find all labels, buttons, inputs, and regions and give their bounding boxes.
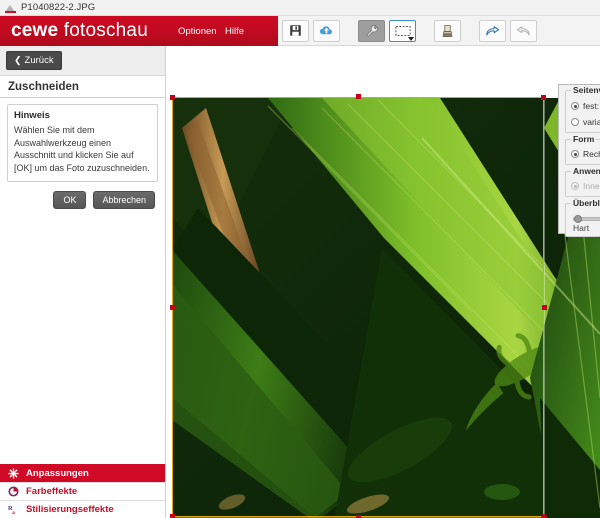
blend-slider-knob[interactable] [574,215,582,223]
radio-fest[interactable] [571,102,579,110]
back-button-label: Zurück [25,55,54,66]
blend-slider-labels: Hart ... Weich [573,223,600,233]
page-title: Zuschneiden [0,76,165,98]
form-options-row: Rechteck Ellipse [571,149,600,159]
blend-slider[interactable]: Hart ... Weich [571,217,600,233]
undo-arrow-icon [516,25,531,37]
color-wheel-icon [8,486,19,497]
undo-button[interactable] [510,20,537,42]
crop-handle-bottom-right[interactable] [541,514,547,518]
wrench-icon [365,24,379,38]
sidebar-item-label: Anpassungen [26,468,89,479]
aspect-ratio-group: Seitenverhältnis fest: X 1 : Y 1 variabe… [565,90,600,133]
sidebar-item-stilisierungseffekte[interactable]: R a Stilisierungseffekte [0,500,165,518]
crop-handle-middle-left[interactable] [170,305,175,310]
crop-handle-top-left[interactable] [170,95,175,100]
label-rechteck: Rechteck [583,149,600,159]
form-group: Form Rechteck Ellipse [565,139,600,165]
label-variabel: variabel [583,117,600,127]
style-letters-icon: R a [8,504,19,515]
sidebar-item-anpassungen[interactable]: Anpassungen [0,464,165,482]
blend-label-hart: Hart [573,223,589,233]
effects-category-list: Anpassungen Farbeffekte R a Stilisierung… [0,464,165,518]
label-fest: fest: [583,101,599,111]
main-toolbar [278,16,600,46]
aspect-ratio-legend: Seitenverhältnis [571,85,600,95]
nav-optionen[interactable]: Optionen [178,26,217,37]
nav-hilfe[interactable]: Hilfe [225,26,244,37]
hint-box: Hinweis Wählen Sie mit dem Auswahlwerkze… [7,104,158,182]
app-mountain-icon [5,2,16,13]
ok-button[interactable]: OK [53,191,86,209]
window-title: P1040822-2.JPG [21,2,95,13]
selection-tool-button[interactable] [389,20,416,42]
radio-rechteck[interactable] [571,150,579,158]
crop-handle-top-center[interactable] [356,94,361,99]
stamp-icon [442,24,453,38]
hint-body: Wählen Sie mit dem Auswahlwerkzeug einen… [14,124,151,174]
redo-button[interactable] [479,20,506,42]
sidebar-item-label: Stilisierungseffekte [26,504,114,515]
crop-handle-bottom-left[interactable] [170,514,175,518]
radio-variabel[interactable] [571,118,579,126]
stamp-button[interactable] [434,20,461,42]
aspect-variable-row[interactable]: variabel [571,117,600,127]
crop-handle-top-right[interactable] [541,95,546,100]
hint-heading: Hinweis [14,110,151,121]
floppy-disk-icon [289,24,302,37]
selection-rectangle-icon [395,25,411,37]
editor-canvas[interactable]: Seitenverhältnis fest: X 1 : Y 1 variabe… [166,46,600,518]
save-button[interactable] [282,20,309,42]
crop-handle-middle-right[interactable] [542,305,547,310]
blend-legend: Überblendung [571,198,600,208]
redo-arrow-icon [485,25,500,37]
sidebar-item-label: Farbeffekte [26,486,77,497]
cancel-button[interactable]: Abbrechen [93,191,155,209]
form-legend: Form [571,134,596,144]
back-button[interactable]: ❮ Zurück [6,51,62,70]
cloud-upload-icon [319,24,334,37]
aspect-fixed-row[interactable]: fest: X 1 : Y 1 [571,100,600,112]
back-bar: ❮ Zurück [0,46,165,76]
chevron-down-icon[interactable] [408,37,414,41]
hint-section: Hinweis Wählen Sie mit dem Auswahlwerkze… [0,98,165,209]
scope-options-row: Innen Aussen [571,181,600,191]
left-sidebar: ❮ Zurück Zuschneiden Hinweis Wählen Sie … [0,46,166,518]
crop-selection-rectangle[interactable] [172,97,544,517]
logo-cewe: cewe [11,20,58,41]
label-innen: Innen [583,181,600,191]
radio-innen [571,182,579,190]
logo-fotoschau: fotoschau [64,20,148,41]
app-logo: cewe fotoschau [11,20,148,42]
scope-legend: Anwendungsbereich [571,166,600,176]
hint-button-row: OK Abbrechen [7,191,158,209]
upload-button[interactable] [313,20,340,42]
sparkle-icon [8,468,19,479]
blend-group: Überblendung Hart ... Weich [565,203,600,237]
window-titlebar: P1040822-2.JPG [0,0,600,16]
scope-group: Anwendungsbereich Innen Aussen [565,171,600,197]
tools-button[interactable] [358,20,385,42]
chevron-left-icon: ❮ [14,56,22,65]
svg-text:a: a [12,510,15,515]
selection-options-popup[interactable]: Seitenverhältnis fest: X 1 : Y 1 variabe… [558,84,600,234]
sidebar-item-farbeffekte[interactable]: Farbeffekte [0,482,165,500]
blend-slider-track[interactable] [573,217,600,221]
